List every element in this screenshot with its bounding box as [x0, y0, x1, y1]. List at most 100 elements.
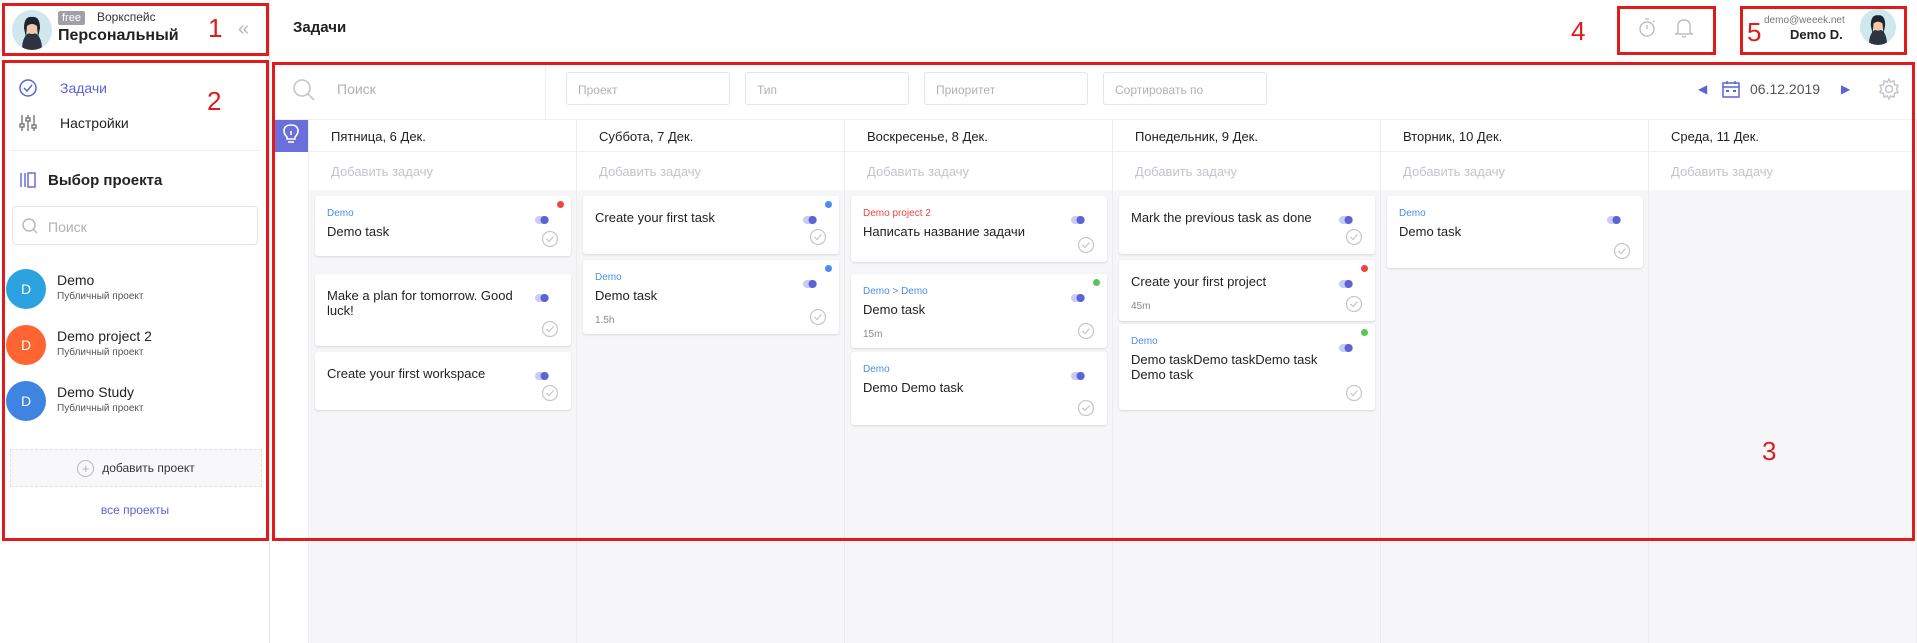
- complete-check-icon[interactable]: [809, 308, 827, 326]
- annotation-label-2: 2: [207, 86, 222, 116]
- complete-check-icon[interactable]: [1077, 322, 1095, 340]
- project-item-demo-study[interactable]: D Demo Study Публичный проект: [6, 378, 256, 422]
- project-name: Demo project 2: [57, 328, 152, 344]
- add-project-button[interactable]: + добавить проект: [10, 449, 262, 487]
- project-visibility: Публичный проект: [57, 291, 144, 302]
- sidebar: free Воркспейс Персональный « Задачи Нас…: [0, 0, 270, 643]
- timer-icon[interactable]: [1637, 16, 1657, 43]
- complete-check-icon[interactable]: [1345, 384, 1363, 402]
- page-title: Задачи: [293, 19, 347, 36]
- task-project-label[interactable]: Demo: [1131, 336, 1158, 347]
- sort-select[interactable]: Сортировать по: [1103, 72, 1267, 105]
- project-avatar: D: [6, 381, 46, 421]
- toggle-icon[interactable]: [535, 290, 549, 302]
- toggle-icon[interactable]: [1071, 212, 1085, 224]
- task-card[interactable]: Demo Demo task: [315, 196, 571, 256]
- project-item-demo[interactable]: D Demo Публичный проект: [6, 266, 256, 310]
- bell-icon[interactable]: [1674, 16, 1694, 43]
- task-card[interactable]: Demo project 2 Написать название задачи: [851, 196, 1107, 262]
- workspace-switcher[interactable]: free Воркспейс Персональный «: [10, 8, 265, 53]
- add-task-input[interactable]: Добавить задачу: [309, 152, 576, 190]
- task-card[interactable]: Demo Demo taskDemo taskDemo task Demo tas…: [1119, 324, 1375, 410]
- task-card[interactable]: Demo Demo Demo task: [851, 352, 1107, 425]
- day-column-title: Воскресенье, 8 Дек.: [845, 120, 1112, 152]
- workspace-label: Воркспейс: [97, 10, 156, 24]
- task-card[interactable]: Demo > Demo Demo task 15m: [851, 274, 1107, 348]
- task-duration: 45m: [1131, 301, 1151, 312]
- annotation-box-4: [1617, 6, 1716, 55]
- task-card[interactable]: Create your first project 45m: [1119, 260, 1375, 321]
- project-item-demo-project-2[interactable]: D Demo project 2 Публичный проект: [6, 322, 256, 366]
- project-filter-select[interactable]: Проект: [566, 72, 730, 105]
- add-task-input[interactable]: Добавить задачу: [845, 152, 1112, 190]
- task-card[interactable]: Demo Demo task: [1387, 196, 1643, 268]
- annotation-label-5: 5: [1747, 17, 1762, 47]
- task-project-label[interactable]: Demo: [863, 364, 890, 375]
- toggle-icon[interactable]: [535, 368, 549, 380]
- complete-check-icon[interactable]: [1077, 236, 1095, 254]
- prev-date-icon[interactable]: ◀: [1698, 82, 1707, 96]
- calendar-icon[interactable]: [1721, 79, 1741, 104]
- task-title: Create your first project: [1131, 274, 1267, 289]
- all-projects-link[interactable]: все проекты: [0, 503, 270, 517]
- idea-button[interactable]: [274, 120, 308, 152]
- task-project-label[interactable]: Demo project 2: [863, 208, 931, 219]
- add-task-input[interactable]: Добавить задачу: [577, 152, 844, 190]
- task-title: Demo taskDemo taskDemo task Demo task: [1131, 352, 1318, 382]
- toggle-icon[interactable]: [803, 212, 817, 224]
- toggle-icon[interactable]: [1339, 212, 1353, 224]
- day-column-body: Mark the previous task as done Create you…: [1113, 190, 1380, 643]
- add-task-input[interactable]: Добавить задачу: [1381, 152, 1648, 190]
- project-visibility: Публичный проект: [57, 347, 144, 358]
- complete-check-icon[interactable]: [541, 230, 559, 248]
- sidebar-item-settings[interactable]: Настройки: [18, 111, 129, 135]
- toggle-icon[interactable]: [1607, 212, 1621, 224]
- add-task-input[interactable]: Добавить задачу: [1649, 152, 1916, 190]
- task-search-input[interactable]: Поиск: [337, 81, 376, 97]
- task-project-label[interactable]: Demo: [1399, 208, 1426, 219]
- check-circle-icon: [18, 78, 38, 98]
- priority-filter-select[interactable]: Приоритет: [924, 72, 1088, 105]
- task-card[interactable]: Create your first workspace: [315, 352, 571, 410]
- sidebar-item-label: Задачи: [60, 80, 108, 96]
- add-task-input[interactable]: Добавить задачу: [1113, 152, 1380, 190]
- complete-check-icon[interactable]: [1345, 228, 1363, 246]
- complete-check-icon[interactable]: [1613, 242, 1631, 260]
- complete-check-icon[interactable]: [1077, 399, 1095, 417]
- sidebar-item-tasks[interactable]: Задачи: [18, 76, 107, 100]
- day-column: Среда, 11 Дек. Добавить задачу: [1649, 120, 1917, 643]
- task-card[interactable]: Mark the previous task as done: [1119, 196, 1375, 254]
- plus-icon: +: [77, 459, 95, 477]
- task-project-label[interactable]: Demo: [327, 208, 354, 219]
- complete-check-icon[interactable]: [541, 320, 559, 338]
- search-icon: [21, 217, 39, 238]
- toggle-icon[interactable]: [803, 276, 817, 288]
- toggle-icon[interactable]: [1071, 290, 1085, 302]
- gear-icon[interactable]: [1877, 77, 1901, 106]
- next-date-icon[interactable]: ▶: [1841, 82, 1850, 96]
- task-project-label[interactable]: Demo > Demo: [863, 286, 928, 297]
- project-selector-heading: Выбор проекта: [18, 170, 162, 190]
- toggle-icon[interactable]: [1339, 276, 1353, 288]
- task-card[interactable]: Create your first task: [583, 196, 839, 254]
- project-visibility: Публичный проект: [57, 403, 144, 414]
- complete-check-icon[interactable]: [809, 228, 827, 246]
- project-search-input[interactable]: Поиск: [12, 206, 258, 245]
- toggle-icon[interactable]: [535, 212, 549, 224]
- type-filter-select[interactable]: Тип: [745, 72, 909, 105]
- annotation-label-4: 4: [1571, 16, 1586, 46]
- task-card[interactable]: Demo Demo task 1.5h: [583, 260, 839, 334]
- user-avatar[interactable]: [1860, 9, 1896, 45]
- collapse-sidebar-icon[interactable]: «: [238, 18, 249, 41]
- task-title: Demo task: [1399, 224, 1462, 239]
- task-card[interactable]: Make a plan for tomorrow. Good luck!: [315, 274, 571, 346]
- complete-check-icon[interactable]: [541, 384, 559, 402]
- complete-check-icon[interactable]: [1345, 295, 1363, 313]
- toggle-icon[interactable]: [1071, 368, 1085, 380]
- annotation-label-1: 1: [208, 13, 223, 43]
- toggle-icon[interactable]: [1339, 340, 1353, 352]
- day-column-title: Суббота, 7 Дек.: [577, 120, 844, 152]
- task-project-label[interactable]: Demo: [595, 272, 622, 283]
- annotation-label-3: 3: [1762, 436, 1777, 466]
- day-column-body: Demo Demo task: [1381, 190, 1648, 643]
